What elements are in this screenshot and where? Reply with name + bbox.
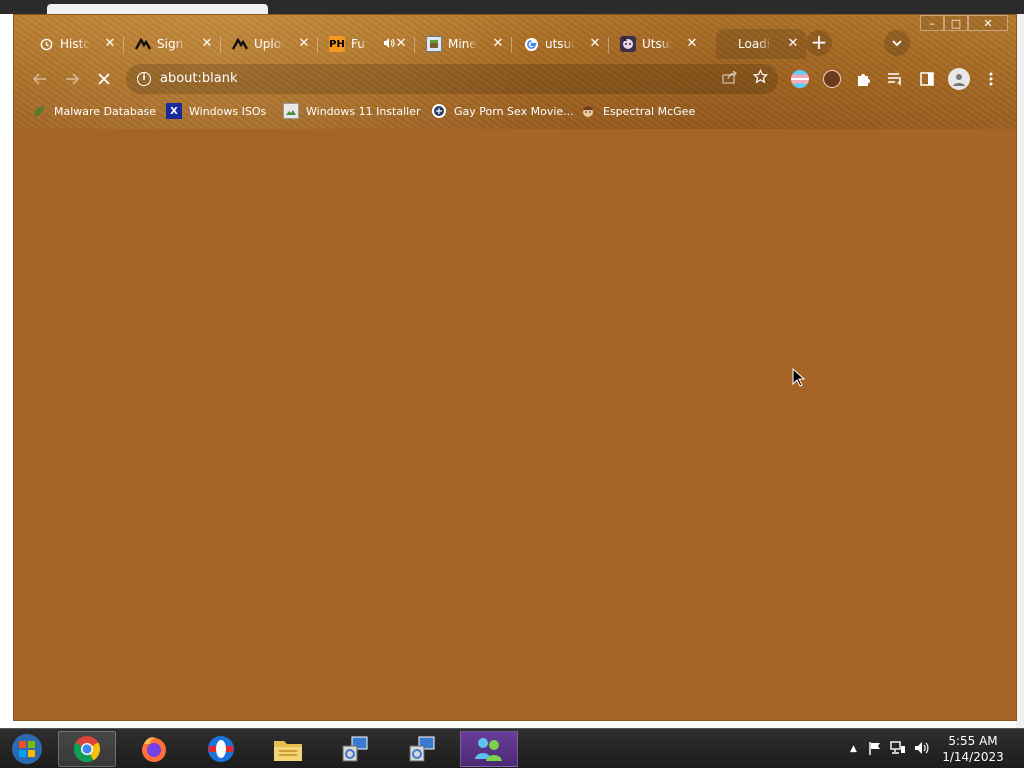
reading-list-icon[interactable] — [886, 70, 904, 88]
x-icon: X — [166, 103, 182, 119]
taskbar: ▲ 5:55 AM 1/14/2023 — [0, 728, 1024, 768]
tab-strip: History ✕ Sign up ✕ Upload ✕ PH Fu — [26, 29, 906, 59]
tab-search-button[interactable] — [884, 30, 910, 56]
chrome-window: – □ ✕ History ✕ Sign up ✕ Upload ✕ — [13, 14, 1017, 721]
maximize-button[interactable]: □ — [944, 15, 968, 31]
desktop-top-strip — [0, 0, 1024, 14]
close-tab-icon[interactable]: ✕ — [588, 37, 602, 51]
bookmark-gay-porn-sex-movie[interactable]: Gay Porn Sex Movie... — [431, 102, 574, 120]
stop-loading-button[interactable] — [92, 67, 116, 91]
bookmark-espectral-mcgee[interactable]: Espectral McGee — [580, 102, 695, 120]
gitbook-icon — [135, 36, 151, 52]
tab-title: utsuro — [545, 37, 575, 51]
taskbar-setup-2[interactable] — [393, 731, 451, 767]
bookmarks-bar: Malware Database X Windows ISOs Windows … — [14, 99, 1016, 123]
tab-ph[interactable]: PH Fu ✕ — [317, 29, 415, 59]
network-icon[interactable] — [890, 741, 906, 758]
show-hidden-icons-icon[interactable]: ▲ — [850, 744, 857, 754]
start-button[interactable] — [0, 731, 54, 767]
taskbar-chrome[interactable] — [58, 731, 116, 767]
bookmark-star-icon[interactable] — [752, 68, 769, 88]
chrome-menu-icon[interactable] — [982, 70, 1000, 88]
window-controls: – □ ✕ — [920, 15, 1008, 31]
bookmark-windows-11-installer[interactable]: Windows 11 Installer — [283, 102, 421, 120]
side-panel-icon[interactable] — [918, 70, 936, 88]
volume-icon[interactable] — [914, 741, 930, 758]
anime-icon — [620, 36, 636, 52]
extensions-puzzle-icon[interactable] — [854, 70, 872, 88]
close-tab-icon[interactable]: ✕ — [786, 37, 800, 51]
taskbar-opera[interactable] — [192, 731, 250, 767]
tab-utsuro[interactable]: Utsuro ✕ — [608, 29, 705, 59]
close-tab-icon[interactable]: ✕ — [491, 37, 505, 51]
taskbar-setup[interactable] — [326, 731, 384, 767]
tab-title: Loading — [738, 37, 772, 51]
tab-utsuro-google[interactable]: utsuro ✕ — [511, 29, 609, 59]
bookmark-label: Malware Database — [54, 104, 157, 118]
tab-upload[interactable]: Upload ✕ — [220, 29, 318, 59]
ph-icon: PH — [329, 36, 345, 52]
system-tray: ▲ 5:55 AM 1/14/2023 — [824, 729, 1024, 768]
taskbar-windows-live-messenger[interactable] — [460, 731, 518, 767]
bookmark-label: Espectral McGee — [603, 104, 696, 118]
bookmark-malware-database[interactable]: Malware Database — [31, 102, 156, 120]
share-icon[interactable] — [722, 70, 738, 88]
tab-title: Upload — [254, 37, 284, 51]
close-tab-icon[interactable]: ✕ — [103, 37, 117, 51]
avatar-extension-icon[interactable] — [823, 70, 841, 88]
clock-icon — [38, 36, 54, 52]
tab-title: Sign up — [157, 37, 187, 51]
background-window-tab — [47, 4, 268, 14]
minimize-button[interactable]: – — [920, 15, 944, 31]
close-tab-icon[interactable]: ✕ — [685, 37, 699, 51]
bookmark-label: Gay Porn Sex Movie... — [454, 104, 574, 118]
back-button[interactable] — [28, 67, 52, 91]
desktop-left-edge — [0, 14, 13, 728]
badge-icon — [431, 103, 447, 119]
bookmark-label: Windows ISOs — [189, 104, 267, 118]
taskbar-file-explorer[interactable] — [259, 731, 317, 767]
leaf-icon — [31, 103, 47, 119]
action-center-flag-icon[interactable] — [868, 741, 882, 758]
info-icon[interactable]: i — [137, 72, 151, 86]
clock-date: 1/14/2023 — [942, 750, 1004, 764]
minecraft-icon — [426, 36, 442, 52]
bookmark-label: Windows 11 Installer — [306, 104, 421, 118]
profile-avatar-icon[interactable] — [948, 68, 970, 90]
google-icon — [523, 36, 539, 52]
close-tab-icon[interactable]: ✕ — [394, 37, 408, 51]
tab-loading[interactable]: Loading ✕ — [716, 29, 806, 59]
tab-title: History — [60, 37, 90, 51]
desktop-right-edge — [1016, 14, 1024, 728]
page-content[interactable] — [14, 129, 1016, 720]
gitbook-icon — [232, 36, 248, 52]
clock-time: 5:55 AM — [948, 734, 998, 748]
close-tab-icon[interactable]: ✕ — [200, 37, 214, 51]
close-window-button[interactable]: ✕ — [968, 15, 1008, 31]
tab-sign-up[interactable]: Sign up ✕ — [123, 29, 221, 59]
tab-title: Fu — [351, 37, 365, 51]
forward-button[interactable] — [60, 67, 84, 91]
tab-minecraft[interactable]: Minecraft ✕ — [414, 29, 512, 59]
new-tab-button[interactable]: + — [806, 30, 832, 56]
url-text[interactable]: about:blank — [160, 71, 238, 86]
toolbar: i about:blank — [14, 61, 1016, 97]
taskbar-firefox[interactable] — [125, 731, 183, 767]
address-bar[interactable]: i about:blank — [126, 64, 778, 94]
bookmark-windows-isos[interactable]: X Windows ISOs — [166, 102, 266, 120]
tab-title: Utsuro — [642, 37, 672, 51]
clock[interactable]: 5:55 AM 1/14/2023 — [938, 733, 1008, 765]
close-tab-icon[interactable]: ✕ — [297, 37, 311, 51]
image-icon — [283, 103, 299, 119]
mouse-cursor-icon — [792, 367, 806, 388]
tab-history[interactable]: History ✕ — [26, 29, 124, 59]
trans-flag-extension-icon[interactable] — [791, 70, 809, 88]
tab-title: Minecraft — [448, 37, 478, 51]
face-icon — [580, 103, 596, 119]
